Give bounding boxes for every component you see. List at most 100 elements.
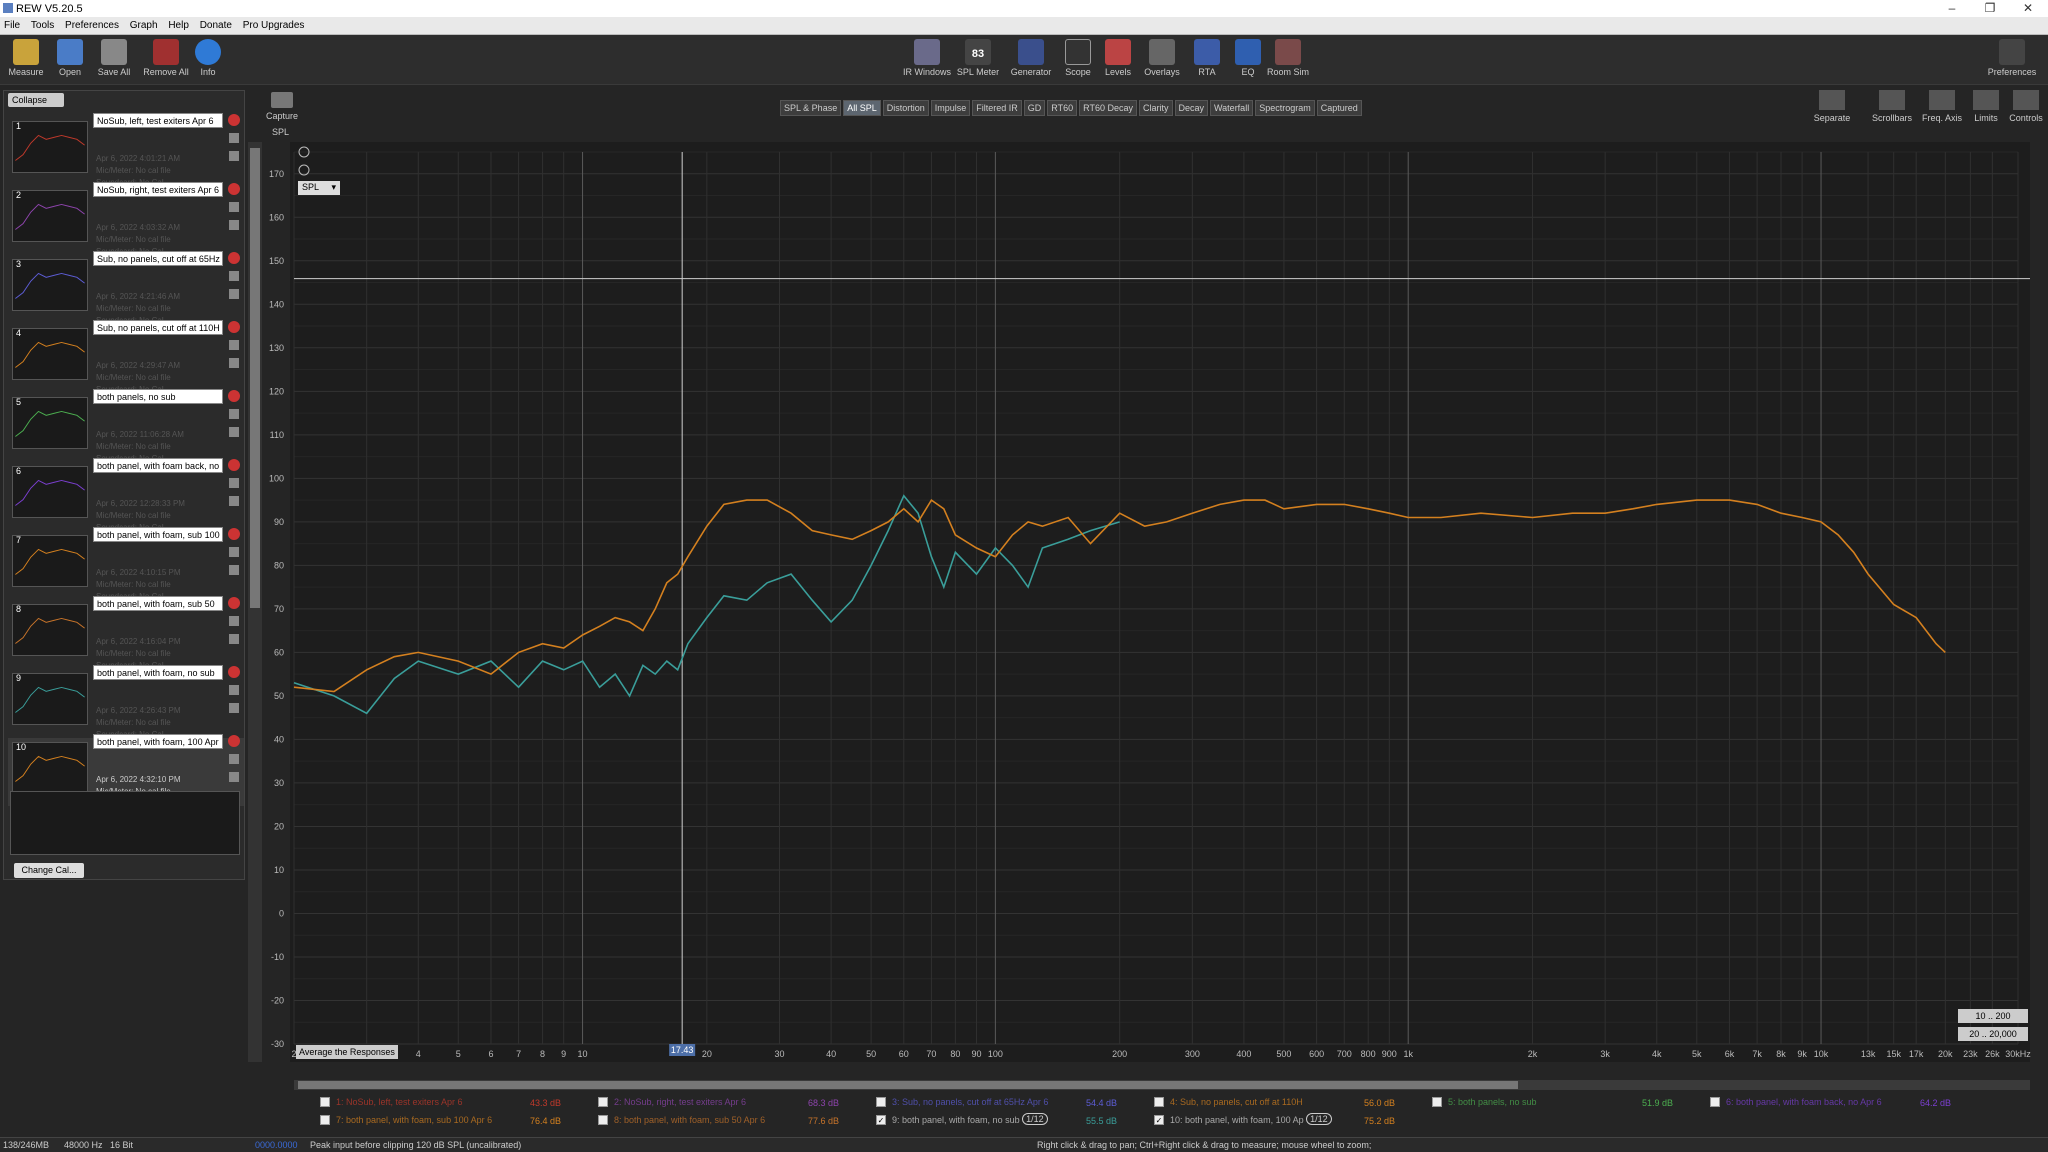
legend-item[interactable]: 1: NoSub, left, test exiters Apr 6 43.3 d… bbox=[320, 1096, 561, 1110]
generator-button[interactable]: Generator bbox=[1005, 39, 1057, 77]
chart-svg[interactable]: 1701601501401301201101009080706050403020… bbox=[269, 142, 2031, 1062]
edit-measurement-icon[interactable] bbox=[229, 703, 239, 713]
delete-measurement-icon[interactable] bbox=[228, 597, 240, 609]
edit-measurement-icon[interactable] bbox=[229, 772, 239, 782]
measurement-item[interactable]: 5 both panels, no sub Apr 6, 2022 11:06:… bbox=[8, 389, 244, 463]
menu-donate[interactable]: Donate bbox=[196, 17, 236, 31]
menu-pro-upgrades[interactable]: Pro Upgrades bbox=[239, 17, 309, 31]
edit-measurement-icon[interactable] bbox=[229, 496, 239, 506]
legend-item[interactable]: 4: Sub, no panels, cut off at 110H 56.0 d… bbox=[1154, 1096, 1395, 1110]
edit-measurement-icon[interactable] bbox=[229, 427, 239, 437]
measurement-name-field[interactable]: both panel, with foam, no sub bbox=[93, 665, 223, 680]
measurement-item[interactable]: 8 both panel, with foam, sub 50 Apr 6, 2… bbox=[8, 596, 244, 670]
controls-button[interactable]: Controls bbox=[2006, 90, 2046, 123]
edit-measurement-icon[interactable] bbox=[229, 289, 239, 299]
measurement-name-field[interactable]: NoSub, left, test exiters Apr 6 bbox=[93, 113, 223, 128]
smoothing-badge[interactable]: 1/12 bbox=[1022, 1113, 1048, 1125]
capture-button[interactable]: Capture bbox=[266, 92, 298, 121]
legend-checkbox[interactable] bbox=[320, 1114, 330, 1125]
edit-measurement-icon[interactable] bbox=[229, 634, 239, 644]
delete-measurement-icon[interactable] bbox=[228, 666, 240, 678]
save-measurement-icon[interactable] bbox=[229, 547, 239, 557]
delete-measurement-icon[interactable] bbox=[228, 252, 240, 264]
tab-waterfall[interactable]: Waterfall bbox=[1210, 100, 1254, 116]
spl-meter-button[interactable]: 83 SPL Meter bbox=[952, 39, 1004, 77]
save-measurement-icon[interactable] bbox=[229, 340, 239, 350]
measurement-item[interactable]: 7 both panel, with foam, sub 100 Apr 6, … bbox=[8, 527, 244, 601]
minimize-icon[interactable]: – bbox=[1942, 1, 1962, 15]
legend-item[interactable]: 5: both panels, no sub 51.9 dB bbox=[1432, 1096, 1673, 1110]
legend-checkbox[interactable]: ✓ bbox=[876, 1114, 886, 1125]
limits-button[interactable]: Limits bbox=[1966, 90, 2006, 123]
legend-item[interactable]: 6: both panel, with foam back, no Apr 6 6… bbox=[1710, 1096, 1951, 1110]
delete-measurement-icon[interactable] bbox=[228, 390, 240, 402]
range-20-20000-button[interactable]: 20 .. 20,000 bbox=[1958, 1027, 2028, 1041]
measurement-thumbnail[interactable] bbox=[12, 604, 88, 656]
change-cal-button[interactable]: Change Cal... bbox=[14, 863, 84, 878]
menu-tools[interactable]: Tools bbox=[27, 17, 58, 31]
tab-all-spl[interactable]: All SPL bbox=[843, 100, 881, 116]
measurement-thumbnail[interactable] bbox=[12, 121, 88, 173]
legend-checkbox[interactable] bbox=[1710, 1096, 1720, 1107]
ir-windows-button[interactable]: IR Windows bbox=[901, 39, 953, 77]
horizontal-scrollbar[interactable] bbox=[294, 1080, 2030, 1090]
average-responses-button[interactable]: Average the Responses bbox=[296, 1045, 398, 1059]
edit-measurement-icon[interactable] bbox=[229, 220, 239, 230]
measurement-thumbnail[interactable] bbox=[12, 466, 88, 518]
legend-item[interactable]: ✓ 10: both panel, with foam, 100 Ap 1/12 7… bbox=[1154, 1113, 1395, 1128]
measurement-name-field[interactable]: Sub, no panels, cut off at 110H bbox=[93, 320, 223, 335]
menu-graph[interactable]: Graph bbox=[126, 17, 162, 31]
range-10-200-button[interactable]: 10 .. 200 bbox=[1958, 1009, 2028, 1023]
tab-clarity[interactable]: Clarity bbox=[1138, 100, 1173, 116]
measurement-thumbnail[interactable] bbox=[12, 397, 88, 449]
save-measurement-icon[interactable] bbox=[229, 409, 239, 419]
info-button[interactable]: Info bbox=[182, 39, 234, 77]
delete-measurement-icon[interactable] bbox=[228, 528, 240, 540]
freq-axis-button[interactable]: Freq. Axis bbox=[1922, 90, 1962, 123]
tab-spectrogram[interactable]: Spectrogram bbox=[1255, 100, 1315, 116]
tab-decay[interactable]: Decay bbox=[1174, 100, 1209, 116]
scrollbar-thumb[interactable] bbox=[298, 1081, 1518, 1089]
save-measurement-icon[interactable] bbox=[229, 754, 239, 764]
menu-file[interactable]: File bbox=[0, 17, 24, 31]
save-measurement-icon[interactable] bbox=[229, 271, 239, 281]
measurement-thumbnail[interactable] bbox=[12, 190, 88, 242]
spl-chart[interactable]: 170 160 150 140 130 120 110 100 90 80 70 60 50 40 30 20… bbox=[269, 142, 2031, 1062]
measurement-item[interactable]: 6 both panel, with foam back, no Apr 6, … bbox=[8, 458, 244, 532]
legend-checkbox[interactable] bbox=[1432, 1096, 1442, 1107]
delete-measurement-icon[interactable] bbox=[228, 459, 240, 471]
close-icon[interactable]: ✕ bbox=[2018, 1, 2038, 15]
save-all-button[interactable]: Save All bbox=[88, 39, 140, 77]
tab-impulse[interactable]: Impulse bbox=[930, 100, 971, 116]
measurement-name-field[interactable]: both panel, with foam back, no bbox=[93, 458, 223, 473]
measurement-name-field[interactable]: both panel, with foam, sub 100 bbox=[93, 527, 223, 542]
measurement-name-field[interactable]: both panel, with foam, sub 50 bbox=[93, 596, 223, 611]
tab-captured[interactable]: Captured bbox=[1316, 100, 1362, 116]
menu-preferences[interactable]: Preferences bbox=[61, 17, 123, 31]
tab-distortion[interactable]: Distortion bbox=[882, 100, 929, 116]
delete-measurement-icon[interactable] bbox=[228, 114, 240, 126]
legend-item[interactable]: 3: Sub, no panels, cut off at 65Hz Apr 6… bbox=[876, 1096, 1117, 1110]
tab-gd[interactable]: GD bbox=[1023, 100, 1046, 116]
legend-item[interactable]: 7: both panel, with foam, sub 100 Apr 6 7… bbox=[320, 1114, 561, 1128]
measurement-item[interactable]: 9 both panel, with foam, no sub Apr 6, 2… bbox=[8, 665, 244, 739]
edit-measurement-icon[interactable] bbox=[229, 565, 239, 575]
delete-measurement-icon[interactable] bbox=[228, 321, 240, 333]
tab-rt60[interactable]: RT60 bbox=[1047, 100, 1078, 116]
save-measurement-icon[interactable] bbox=[229, 478, 239, 488]
scrollbar-thumb[interactable] bbox=[250, 148, 260, 608]
measurement-item[interactable]: 4 Sub, no panels, cut off at 110H Apr 6,… bbox=[8, 320, 244, 394]
delete-measurement-icon[interactable] bbox=[228, 735, 240, 747]
preferences-button[interactable]: Preferences bbox=[1986, 39, 2038, 77]
edit-measurement-icon[interactable] bbox=[229, 358, 239, 368]
legend-checkbox[interactable]: ✓ bbox=[1154, 1114, 1164, 1125]
measurement-item[interactable]: 3 Sub, no panels, cut off at 65Hz Apr 6,… bbox=[8, 251, 244, 325]
measurement-thumbnail[interactable] bbox=[12, 328, 88, 380]
room-sim-button[interactable]: Room Sim bbox=[1262, 39, 1314, 77]
restore-icon[interactable]: ❐ bbox=[1980, 1, 2000, 15]
notes-area[interactable] bbox=[10, 791, 240, 855]
legend-checkbox[interactable] bbox=[320, 1096, 330, 1107]
legend-item[interactable]: ✓ 9: both panel, with foam, no sub 1/12 55… bbox=[876, 1113, 1117, 1128]
tab-rt60-decay[interactable]: RT60 Decay bbox=[1079, 100, 1137, 116]
measurement-name-field[interactable]: Sub, no panels, cut off at 65Hz bbox=[93, 251, 223, 266]
